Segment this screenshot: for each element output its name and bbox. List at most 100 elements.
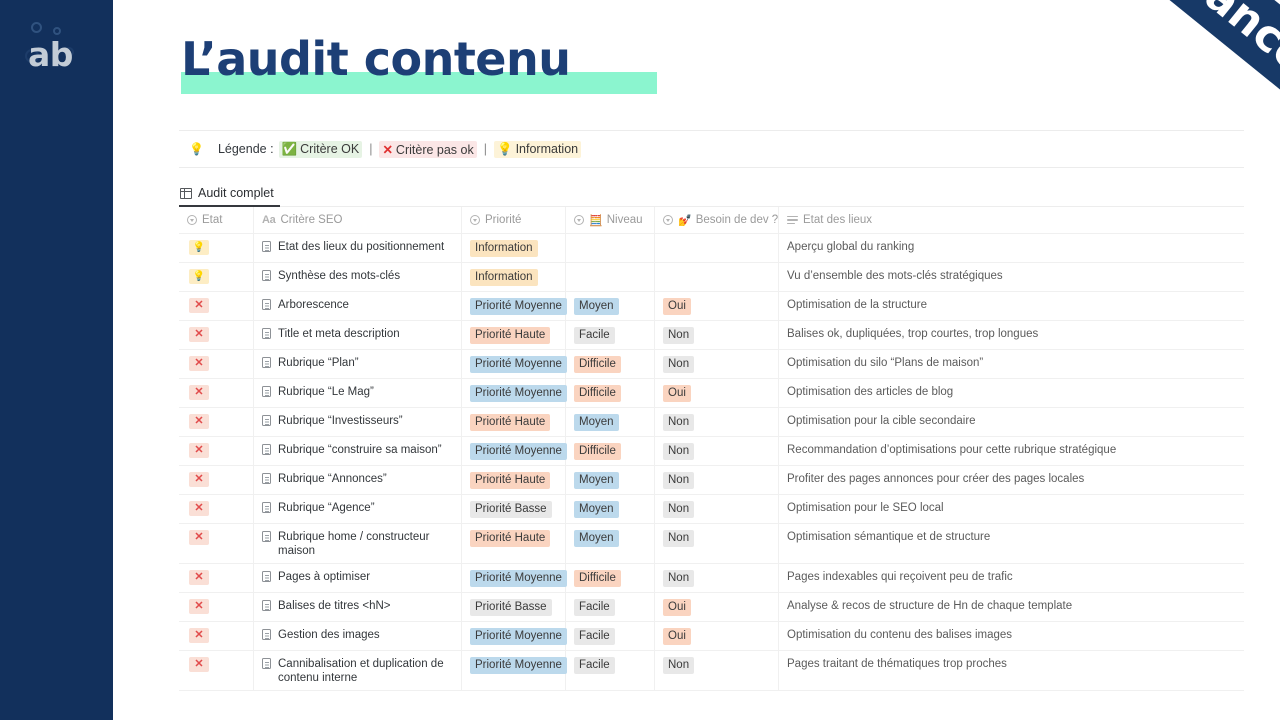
column-header-etat[interactable]: Etat bbox=[179, 207, 254, 233]
table-row[interactable]: ✕ Rubrique “Agence” Priorité Basse Moyen Non… bbox=[179, 495, 1244, 524]
cell-niveau[interactable]: Facile bbox=[566, 321, 655, 349]
cell-critere-seo[interactable]: Rubrique “Investisseurs” bbox=[254, 408, 462, 436]
cell-etat-des-lieux[interactable]: Pages traitant de thématiques trop proch… bbox=[779, 651, 1244, 690]
cell-niveau[interactable] bbox=[566, 234, 655, 262]
table-row[interactable]: ✕ Balises de titres <hN> Priorité Basse Fac… bbox=[179, 593, 1244, 622]
cell-besoin-de-dev[interactable]: Oui bbox=[655, 622, 779, 650]
cell-priorite[interactable]: Priorité Moyenne bbox=[462, 292, 567, 320]
cell-etat-des-lieux[interactable]: Analyse & recos de structure de Hn de ch… bbox=[779, 593, 1244, 621]
cell-niveau[interactable]: Moyen bbox=[566, 408, 655, 436]
cell-besoin-de-dev[interactable]: Oui bbox=[655, 292, 779, 320]
cell-critere-seo[interactable]: Rubrique “Plan” bbox=[254, 350, 462, 378]
cell-priorite[interactable]: Priorité Moyenne bbox=[462, 564, 567, 592]
cell-niveau[interactable]: Facile bbox=[566, 651, 655, 690]
cell-niveau[interactable]: Moyen bbox=[566, 292, 655, 320]
cell-besoin-de-dev[interactable]: Non bbox=[655, 651, 779, 690]
cell-niveau[interactable]: Moyen bbox=[566, 524, 655, 563]
cell-niveau[interactable]: Moyen bbox=[566, 495, 655, 523]
cell-critere-seo[interactable]: Cannibalisation et duplication de conten… bbox=[254, 651, 462, 690]
table-row[interactable]: ✕ Rubrique “Le Mag” Priorité Moyenne Diffic… bbox=[179, 379, 1244, 408]
cell-etat[interactable]: 💡 bbox=[179, 234, 254, 262]
cell-etat[interactable]: ✕ bbox=[179, 651, 254, 690]
cell-critere-seo[interactable]: Rubrique home / constructeur maison bbox=[254, 524, 462, 563]
cell-etat[interactable]: ✕ bbox=[179, 593, 254, 621]
cell-besoin-de-dev[interactable]: Oui bbox=[655, 379, 779, 407]
cell-priorite[interactable]: Priorité Moyenne bbox=[462, 622, 567, 650]
cell-etat[interactable]: ✕ bbox=[179, 622, 254, 650]
cell-priorite[interactable]: Priorité Haute bbox=[462, 321, 566, 349]
table-row[interactable]: 💡 Etat des lieux du positionnement Informa… bbox=[179, 234, 1244, 263]
cell-priorite[interactable]: Priorité Moyenne bbox=[462, 379, 567, 407]
cell-priorite[interactable]: Information bbox=[462, 263, 566, 291]
cell-critere-seo[interactable]: Title et meta description bbox=[254, 321, 462, 349]
cell-niveau[interactable]: Facile bbox=[566, 622, 655, 650]
cell-etat-des-lieux[interactable]: Recommandation d’optimisations pour cett… bbox=[779, 437, 1244, 465]
cell-niveau[interactable] bbox=[566, 263, 655, 291]
cell-priorite[interactable]: Priorité Haute bbox=[462, 466, 566, 494]
column-header-niveau[interactable]: 🧮 Niveau bbox=[566, 207, 655, 233]
cell-critere-seo[interactable]: Rubrique “Agence” bbox=[254, 495, 462, 523]
table-row[interactable]: ✕ Title et meta description Priorité Haute… bbox=[179, 321, 1244, 350]
table-row[interactable]: 💡 Synthèse des mots-clés Information Vu d’e… bbox=[179, 263, 1244, 292]
cell-etat-des-lieux[interactable]: Optimisation de la structure bbox=[779, 292, 1244, 320]
cell-etat[interactable]: ✕ bbox=[179, 292, 254, 320]
cell-besoin-de-dev[interactable]: Non bbox=[655, 408, 779, 436]
cell-etat-des-lieux[interactable]: Optimisation du contenu des balises imag… bbox=[779, 622, 1244, 650]
tab-audit-complet[interactable]: Audit complet bbox=[179, 181, 280, 207]
cell-besoin-de-dev[interactable] bbox=[655, 263, 779, 291]
cell-etat-des-lieux[interactable]: Optimisation pour le SEO local bbox=[779, 495, 1244, 523]
cell-etat-des-lieux[interactable]: Profiter des pages annonces pour créer d… bbox=[779, 466, 1244, 494]
cell-niveau[interactable]: Moyen bbox=[566, 466, 655, 494]
table-row[interactable]: ✕ Pages à optimiser Priorité Moyenne Diffic… bbox=[179, 564, 1244, 593]
cell-etat-des-lieux[interactable]: Pages indexables qui reçoivent peu de tr… bbox=[779, 564, 1244, 592]
cell-besoin-de-dev[interactable]: Non bbox=[655, 564, 779, 592]
cell-priorite[interactable]: Priorité Haute bbox=[462, 408, 566, 436]
cell-etat[interactable]: ✕ bbox=[179, 408, 254, 436]
cell-etat[interactable]: ✕ bbox=[179, 437, 254, 465]
cell-etat-des-lieux[interactable]: Optimisation pour la cible secondaire bbox=[779, 408, 1244, 436]
column-header-priorite[interactable]: Priorité bbox=[462, 207, 566, 233]
cell-besoin-de-dev[interactable] bbox=[655, 234, 779, 262]
cell-critere-seo[interactable]: Rubrique “Le Mag” bbox=[254, 379, 462, 407]
cell-priorite[interactable]: Priorité Haute bbox=[462, 524, 566, 563]
cell-priorite[interactable]: Priorité Moyenne bbox=[462, 437, 567, 465]
cell-critere-seo[interactable]: Balises de titres <hN> bbox=[254, 593, 462, 621]
cell-priorite[interactable]: Information bbox=[462, 234, 566, 262]
table-row[interactable]: ✕ Rubrique “Plan” Priorité Moyenne Difficil… bbox=[179, 350, 1244, 379]
cell-besoin-de-dev[interactable]: Non bbox=[655, 437, 779, 465]
table-row[interactable]: ✕ Rubrique “Annonces” Priorité Haute Moyen N… bbox=[179, 466, 1244, 495]
cell-critere-seo[interactable]: Etat des lieux du positionnement bbox=[254, 234, 462, 262]
cell-besoin-de-dev[interactable]: Non bbox=[655, 321, 779, 349]
column-header-critere-seo[interactable]: Aa Critère SEO bbox=[254, 207, 462, 233]
cell-niveau[interactable]: Difficile bbox=[566, 437, 655, 465]
cell-critere-seo[interactable]: Synthèse des mots-clés bbox=[254, 263, 462, 291]
cell-etat[interactable]: ✕ bbox=[179, 321, 254, 349]
cell-critere-seo[interactable]: Pages à optimiser bbox=[254, 564, 462, 592]
cell-niveau[interactable]: Difficile bbox=[566, 379, 655, 407]
cell-besoin-de-dev[interactable]: Non bbox=[655, 350, 779, 378]
table-row[interactable]: ✕ Gestion des images Priorité Moyenne Facil… bbox=[179, 622, 1244, 651]
cell-etat[interactable]: ✕ bbox=[179, 466, 254, 494]
cell-niveau[interactable]: Difficile bbox=[566, 350, 655, 378]
cell-priorite[interactable]: Priorité Moyenne bbox=[462, 350, 567, 378]
cell-etat-des-lieux[interactable]: Optimisation du silo “Plans de maison” bbox=[779, 350, 1244, 378]
cell-etat-des-lieux[interactable]: Balises ok, dupliquées, trop courtes, tr… bbox=[779, 321, 1244, 349]
table-row[interactable]: ✕ Rubrique “Investisseurs” Priorité Haute M… bbox=[179, 408, 1244, 437]
cell-etat[interactable]: ✕ bbox=[179, 524, 254, 563]
cell-etat-des-lieux[interactable]: Optimisation des articles de blog bbox=[779, 379, 1244, 407]
cell-etat[interactable]: 💡 bbox=[179, 263, 254, 291]
cell-etat-des-lieux[interactable]: Aperçu global du ranking bbox=[779, 234, 1244, 262]
cell-etat-des-lieux[interactable]: Vu d’ensemble des mots-clés stratégiques bbox=[779, 263, 1244, 291]
table-row[interactable]: ✕ Rubrique “construire sa maison” Priorité… bbox=[179, 437, 1244, 466]
cell-critere-seo[interactable]: Rubrique “construire sa maison” bbox=[254, 437, 462, 465]
column-header-besoin-de-dev[interactable]: 💅 Besoin de dev ? bbox=[655, 207, 779, 233]
cell-priorite[interactable]: Priorité Basse bbox=[462, 593, 566, 621]
column-header-etat-des-lieux[interactable]: Etat des lieux bbox=[779, 207, 1244, 233]
cell-priorite[interactable]: Priorité Basse bbox=[462, 495, 566, 523]
cell-besoin-de-dev[interactable]: Oui bbox=[655, 593, 779, 621]
cell-etat[interactable]: ✕ bbox=[179, 379, 254, 407]
table-row[interactable]: ✕ Cannibalisation et duplication de conte… bbox=[179, 651, 1244, 691]
cell-critere-seo[interactable]: Gestion des images bbox=[254, 622, 462, 650]
cell-critere-seo[interactable]: Arborescence bbox=[254, 292, 462, 320]
cell-etat[interactable]: ✕ bbox=[179, 350, 254, 378]
